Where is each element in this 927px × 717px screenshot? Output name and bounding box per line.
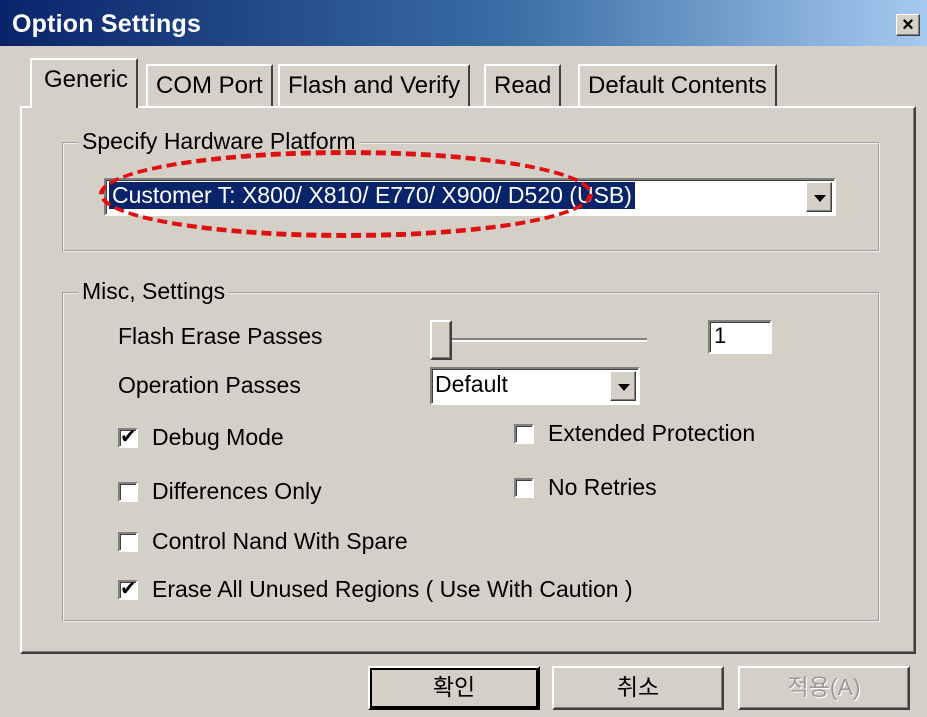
flash-erase-passes-field[interactable]: 1 — [708, 320, 772, 354]
operation-passes-value: Default — [435, 371, 508, 397]
tab-flash-and-verify[interactable]: Flash and Verify — [278, 64, 471, 106]
erase-unused-checkbox[interactable]: ✔ — [118, 578, 138, 600]
no-retries-checkbox[interactable] — [514, 478, 534, 498]
operation-passes-label: Operation Passes — [118, 372, 301, 398]
ok-button[interactable]: 확인 — [368, 666, 540, 710]
red-dashed-ellipse-annotation — [99, 150, 593, 238]
flash-erase-passes-slider-track[interactable] — [433, 338, 647, 342]
extended-protection-checkbox[interactable] — [514, 424, 534, 444]
operation-passes-dropdown-button[interactable] — [610, 371, 636, 401]
tab-com-port[interactable]: COM Port — [146, 64, 273, 106]
erase-unused-label: Erase All Unused Regions ( Use With Caut… — [152, 576, 633, 602]
close-button[interactable]: × — [896, 14, 920, 36]
tab-default-contents[interactable]: Default Contents — [578, 64, 777, 106]
differences-only-checkbox[interactable] — [118, 482, 138, 502]
differences-only-label: Differences Only — [152, 478, 322, 504]
title-bar: Option Settings × — [0, 0, 927, 46]
apply-button[interactable]: 적용(A) — [738, 666, 910, 710]
no-retries-label: No Retries — [548, 474, 657, 500]
tab-generic[interactable]: Generic — [30, 58, 139, 108]
tab-read[interactable]: Read — [484, 64, 562, 106]
control-nand-checkbox[interactable] — [118, 532, 138, 552]
flash-erase-passes-slider-thumb[interactable] — [430, 320, 452, 360]
debug-mode-checkmark-icon: ✔ — [120, 426, 137, 448]
operation-passes-select[interactable]: Default — [430, 367, 640, 405]
debug-mode-checkbox[interactable]: ✔ — [118, 426, 138, 448]
cancel-button[interactable]: 취소 — [552, 666, 724, 710]
control-nand-label: Control Nand With Spare — [152, 528, 408, 554]
erase-unused-checkmark-icon: ✔ — [120, 578, 137, 600]
extended-protection-label: Extended Protection — [548, 420, 756, 446]
flash-erase-passes-label: Flash Erase Passes — [118, 323, 323, 349]
misc-settings-group-label: Misc, Settings — [78, 278, 230, 305]
debug-mode-label: Debug Mode — [152, 424, 284, 450]
hardware-platform-dropdown-button[interactable] — [806, 182, 832, 212]
window-title: Option Settings — [12, 10, 202, 38]
